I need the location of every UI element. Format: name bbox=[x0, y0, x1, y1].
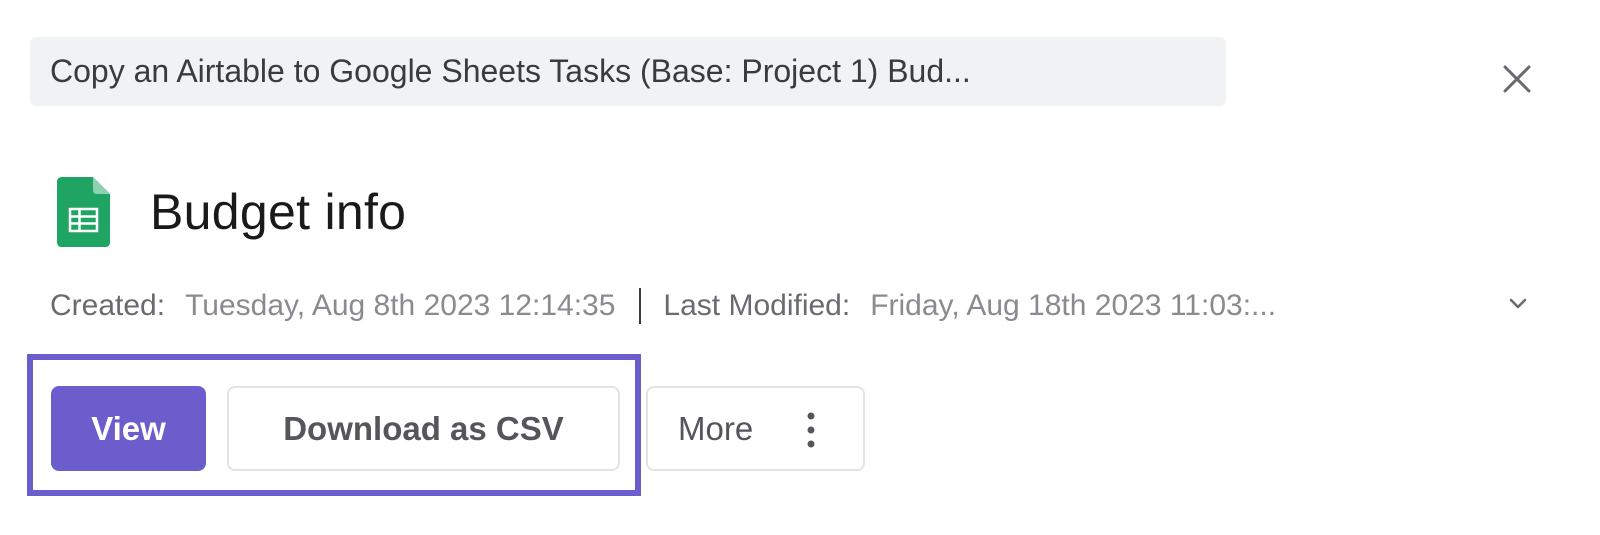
file-metadata: Created: Tuesday, Aug 8th 2023 12:14:35 … bbox=[50, 286, 1530, 326]
created-label: Created: bbox=[50, 289, 166, 322]
breadcrumb-text: Copy an Airtable to Google Sheets Tasks … bbox=[50, 53, 971, 89]
more-button-label: More bbox=[678, 409, 754, 447]
modified-label: Last Modified: bbox=[663, 289, 851, 322]
breadcrumb: Copy an Airtable to Google Sheets Tasks … bbox=[30, 37, 1226, 106]
file-details-card: Copy an Airtable to Google Sheets Tasks … bbox=[0, 0, 1600, 535]
modified-value: Friday, Aug 18th 2023 11:03:... bbox=[870, 289, 1277, 322]
expand-metadata-button[interactable] bbox=[1507, 292, 1529, 314]
file-title: Budget info bbox=[150, 184, 407, 240]
file-title-row: Budget info bbox=[57, 177, 406, 247]
created-value: Tuesday, Aug 8th 2023 12:14:35 bbox=[185, 289, 616, 322]
google-sheets-icon bbox=[57, 177, 110, 247]
close-button[interactable] bbox=[1502, 64, 1532, 94]
meta-divider bbox=[639, 288, 642, 324]
highlight-box bbox=[27, 354, 641, 496]
chevron-down-icon bbox=[1509, 298, 1527, 309]
close-icon bbox=[1503, 65, 1531, 93]
vertical-ellipsis-icon bbox=[807, 412, 815, 448]
more-button[interactable]: More bbox=[646, 386, 865, 471]
